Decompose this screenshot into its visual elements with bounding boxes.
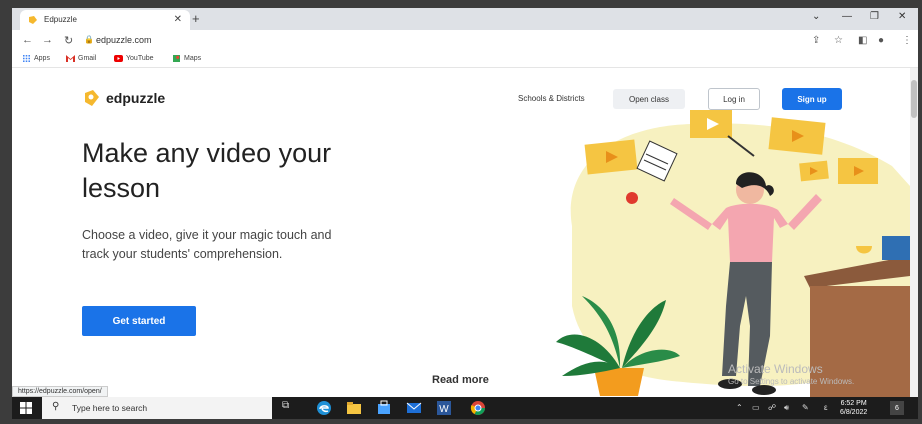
windows-start-icon[interactable] bbox=[20, 402, 32, 414]
browser-window: Edpuzzle ✕ + ⌄ — ❐ ✕ ← → ↻ 🔒 edpuzzle.co… bbox=[12, 8, 918, 397]
file-explorer-icon[interactable] bbox=[346, 400, 362, 416]
minimize-icon[interactable]: — bbox=[842, 11, 852, 22]
bookmark-maps[interactable]: Maps bbox=[172, 55, 201, 62]
svg-text:W: W bbox=[439, 404, 449, 415]
keyboard-icon[interactable]: ε bbox=[824, 403, 828, 412]
close-window-icon[interactable]: ✕ bbox=[898, 11, 906, 22]
video-card-icon bbox=[768, 117, 826, 155]
scrollbar-thumb[interactable] bbox=[911, 80, 917, 118]
store-icon[interactable] bbox=[376, 400, 392, 416]
hero-illustration bbox=[556, 110, 910, 397]
network-icon[interactable]: ☍ bbox=[768, 403, 776, 412]
search-placeholder: Type here to search bbox=[72, 403, 148, 413]
hero-title: Make any video your lesson bbox=[82, 138, 332, 203]
apple-icon bbox=[626, 192, 638, 204]
address-bar: ← → ↻ 🔒 edpuzzle.com ⇪ ☆ ◧ ● ⋮ bbox=[12, 30, 918, 52]
menu-kebab-icon[interactable]: ⋮ bbox=[902, 35, 912, 46]
watermark-line2: Go to Settings to activate Windows. bbox=[728, 377, 855, 386]
windows-taskbar: ⚲ Type here to search ⧉ W ⌃ ▭ ☍ 🔊︎ ✎ ε 6… bbox=[12, 397, 918, 419]
tab-bar: Edpuzzle ✕ + ⌄ — ❐ ✕ bbox=[12, 8, 918, 30]
word-icon[interactable]: W bbox=[436, 400, 452, 416]
video-card-icon bbox=[584, 139, 638, 175]
back-icon[interactable]: ← bbox=[22, 34, 33, 46]
gmail-icon bbox=[66, 55, 75, 62]
reload-icon[interactable]: ↻ bbox=[64, 34, 73, 47]
watermark-line1: Activate Windows bbox=[728, 362, 823, 376]
pen-icon[interactable]: ✎ bbox=[802, 403, 809, 412]
bookmark-gmail[interactable]: Gmail bbox=[66, 55, 96, 62]
notification-count: 6 bbox=[895, 404, 899, 412]
new-tab-button[interactable]: + bbox=[192, 11, 200, 26]
youtube-icon bbox=[114, 55, 123, 62]
video-card-icon bbox=[690, 110, 732, 138]
tray-chevron-icon[interactable]: ⌃ bbox=[736, 403, 743, 412]
url-field[interactable]: edpuzzle.com bbox=[96, 35, 152, 45]
search-icon: ⚲ bbox=[52, 401, 60, 412]
nav-schools-districts[interactable]: Schools & Districts bbox=[518, 94, 585, 103]
video-card-icon bbox=[838, 158, 878, 184]
edpuzzle-logo[interactable]: edpuzzle bbox=[82, 88, 165, 108]
edge-icon[interactable] bbox=[316, 400, 332, 416]
edpuzzle-logo-icon bbox=[85, 90, 99, 106]
mail-icon[interactable] bbox=[406, 400, 422, 416]
page-content: edpuzzle Schools & Districts Open class … bbox=[12, 68, 910, 397]
restore-icon[interactable]: ❐ bbox=[870, 11, 879, 22]
tab-close-icon[interactable]: ✕ bbox=[174, 14, 182, 25]
screen: Edpuzzle ✕ + ⌄ — ❐ ✕ ← → ↻ 🔒 edpuzzle.co… bbox=[0, 0, 922, 424]
bookmark-label: YouTube bbox=[126, 55, 154, 62]
vertical-scrollbar[interactable] bbox=[910, 68, 918, 397]
task-view-icon[interactable]: ⧉ bbox=[282, 400, 298, 416]
logo-text: edpuzzle bbox=[106, 90, 166, 106]
bookmarks-bar: Apps Gmail YouTube Maps bbox=[12, 52, 918, 68]
volume-icon[interactable]: 🔊︎ bbox=[784, 403, 789, 413]
activate-windows-watermark: Activate Windows Go to Settings to activ… bbox=[728, 362, 854, 386]
taskbar-clock[interactable]: 6:52 PM 6/8/2022 bbox=[840, 399, 867, 417]
bookmark-label: Apps bbox=[34, 55, 50, 62]
get-started-button[interactable]: Get started bbox=[82, 306, 196, 336]
maps-icon bbox=[173, 55, 180, 62]
bookmark-label: Maps bbox=[184, 55, 202, 62]
bookmark-star-icon[interactable]: ☆ bbox=[834, 35, 843, 46]
video-card-icon bbox=[799, 160, 829, 182]
bookmark-apps[interactable]: Apps bbox=[22, 55, 50, 62]
apps-grid-icon bbox=[23, 55, 30, 62]
status-url-bubble: https://edpuzzle.com/open/ bbox=[12, 386, 108, 397]
lock-icon[interactable]: 🔒 bbox=[84, 35, 94, 44]
notification-center-icon[interactable]: 6 bbox=[890, 401, 904, 415]
battery-icon[interactable]: ▭ bbox=[752, 403, 760, 412]
clock-time: 6:52 PM bbox=[840, 400, 867, 407]
chrome-icon[interactable] bbox=[470, 400, 486, 416]
edpuzzle-favicon-icon bbox=[29, 16, 37, 24]
forward-icon[interactable]: → bbox=[42, 34, 53, 46]
share-icon[interactable]: ⇪ bbox=[812, 35, 820, 46]
tab-search-chevron-icon[interactable]: ⌄ bbox=[812, 11, 820, 22]
bookmark-label: Gmail bbox=[78, 55, 97, 62]
hero-subtitle: Choose a video, give it your magic touch… bbox=[82, 228, 332, 261]
tab-title: Edpuzzle bbox=[44, 15, 77, 24]
read-more-link[interactable]: Read more bbox=[432, 374, 489, 386]
tab-edpuzzle[interactable]: Edpuzzle ✕ bbox=[20, 10, 190, 30]
bookmark-youtube[interactable]: YouTube bbox=[114, 55, 154, 62]
taskbar-search-box[interactable]: ⚲ Type here to search bbox=[42, 397, 272, 419]
profile-avatar-icon[interactable]: ● bbox=[878, 35, 884, 46]
clock-date: 6/8/2022 bbox=[840, 409, 868, 416]
sidepanel-icon[interactable]: ◧ bbox=[858, 35, 867, 46]
